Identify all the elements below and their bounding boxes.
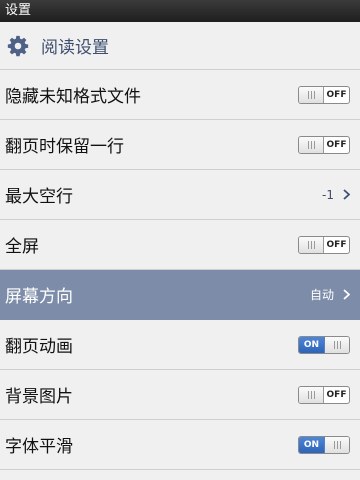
section-title: 阅读设置 bbox=[41, 38, 109, 58]
setting-row-font-smoothing[interactable]: 字体平滑 ON bbox=[0, 420, 360, 470]
toggle-grip bbox=[299, 136, 324, 153]
setting-label: 翻页时保留一行 bbox=[5, 137, 124, 157]
setting-label: 字体平滑 bbox=[5, 437, 73, 457]
setting-label: 隐藏未知格式文件 bbox=[5, 87, 141, 107]
setting-row-screen-orientation[interactable]: 屏幕方向 自动 bbox=[0, 270, 360, 320]
chevron-right-icon bbox=[343, 189, 350, 200]
title-bar: 设置 bbox=[0, 0, 360, 22]
toggle-state: OFF bbox=[326, 89, 347, 100]
toggle-switch[interactable]: OFF bbox=[298, 235, 350, 254]
setting-label: 全屏 bbox=[5, 237, 39, 257]
chevron-right-icon bbox=[343, 289, 350, 300]
toggle-switch[interactable]: OFF bbox=[298, 385, 350, 404]
setting-value-text: -1 bbox=[322, 187, 334, 202]
app-title: 设置 bbox=[5, 3, 32, 18]
toggle-switch[interactable]: OFF bbox=[298, 85, 350, 104]
setting-value: 自动 bbox=[310, 286, 350, 303]
setting-row-hide-unknown[interactable]: 隐藏未知格式文件 OFF bbox=[0, 70, 360, 120]
setting-label: 屏幕方向 bbox=[5, 287, 73, 307]
setting-label: 最大空行 bbox=[5, 187, 73, 207]
toggle-switch[interactable]: ON bbox=[298, 335, 350, 354]
setting-row-fullscreen[interactable]: 全屏 OFF bbox=[0, 220, 360, 270]
gear-icon bbox=[7, 35, 29, 56]
setting-label: 翻页动画 bbox=[5, 337, 73, 357]
setting-value: -1 bbox=[322, 188, 350, 202]
setting-row-max-blank-lines[interactable]: 最大空行 -1 bbox=[0, 170, 360, 220]
setting-row-keep-line[interactable]: 翻页时保留一行 OFF bbox=[0, 120, 360, 170]
toggle-state: ON bbox=[299, 336, 324, 353]
toggle-state: OFF bbox=[326, 239, 347, 250]
toggle-grip bbox=[299, 386, 324, 403]
toggle-grip bbox=[324, 336, 349, 353]
toggle-grip bbox=[299, 236, 324, 253]
toggle-state: OFF bbox=[326, 389, 347, 400]
toggle-state: OFF bbox=[326, 139, 347, 150]
section-header: 阅读设置 bbox=[0, 22, 360, 70]
toggle-grip bbox=[299, 86, 324, 103]
toggle-state: ON bbox=[299, 436, 324, 453]
toggle-switch[interactable]: ON bbox=[298, 435, 350, 454]
setting-row-page-animation[interactable]: 翻页动画 ON bbox=[0, 320, 360, 370]
setting-value-text: 自动 bbox=[309, 288, 334, 302]
setting-row-background-image[interactable]: 背景图片 OFF bbox=[0, 370, 360, 420]
settings-list: 隐藏未知格式文件 OFF 翻页时保留一行 OFF 最大空行 -1 全屏 OFF … bbox=[0, 70, 360, 470]
toggle-switch[interactable]: OFF bbox=[298, 135, 350, 154]
setting-label: 背景图片 bbox=[5, 387, 73, 407]
toggle-grip bbox=[324, 436, 349, 453]
